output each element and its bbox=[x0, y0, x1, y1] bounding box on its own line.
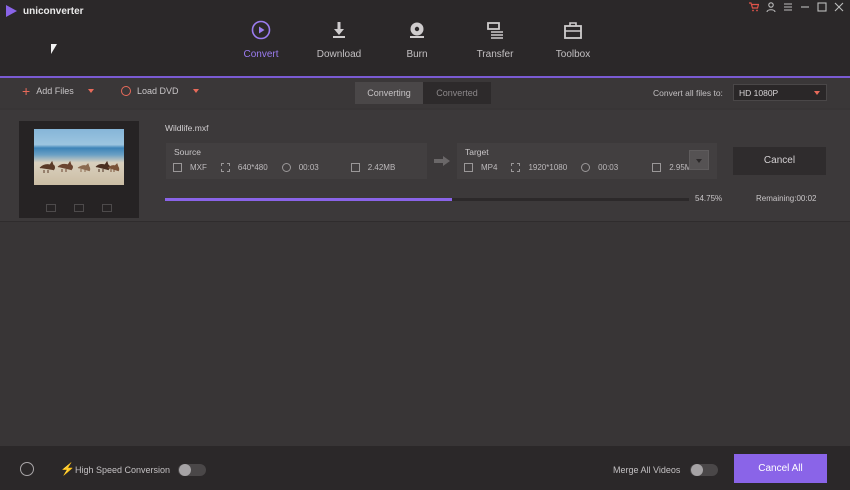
source-size: 2.42MB bbox=[367, 163, 396, 172]
main-nav: Convert Download Burn Transfer Toolbox bbox=[222, 0, 612, 78]
source-duration: 00:03 bbox=[298, 163, 319, 172]
tab-converted[interactable]: Converted bbox=[423, 82, 491, 104]
target-format: MP4 bbox=[481, 163, 498, 172]
convert-icon bbox=[251, 20, 271, 40]
progress-fill bbox=[165, 198, 452, 201]
target-duration: 00:03 bbox=[598, 163, 619, 172]
video-thumbnail[interactable] bbox=[19, 121, 139, 218]
nav-label: Convert bbox=[243, 49, 279, 60]
resolution-icon bbox=[511, 163, 521, 172]
output-format-value: HD 1080P bbox=[739, 88, 779, 98]
toggle-knob bbox=[179, 464, 191, 476]
cancel-button[interactable]: Cancel bbox=[733, 147, 826, 175]
file-name: Wildlife.mxf bbox=[165, 123, 209, 133]
arrow-right-icon bbox=[434, 156, 450, 166]
merge-label: Merge All Videos bbox=[613, 465, 681, 475]
folder-icon bbox=[652, 163, 662, 172]
high-speed-label: High Speed Conversion bbox=[75, 465, 171, 475]
logo-icon bbox=[6, 5, 17, 17]
lightning-icon: ⚡ bbox=[60, 462, 75, 476]
chevron-down-icon[interactable] bbox=[87, 89, 94, 93]
download-icon bbox=[329, 20, 349, 40]
alarm-clock-icon[interactable] bbox=[20, 462, 34, 476]
crop-icon[interactable] bbox=[74, 204, 84, 212]
nav-label: Burn bbox=[406, 49, 428, 60]
dvd-icon bbox=[121, 86, 131, 96]
tab-converting[interactable]: Converting bbox=[355, 82, 423, 104]
target-meta: MP4 1920*1080 00:03 2.95MB bbox=[464, 163, 711, 172]
toolbar: + Add Files Load DVD Converting Converte… bbox=[0, 78, 850, 108]
title-nav-bar: uniconverter Convert Download Burn Trans… bbox=[0, 0, 850, 78]
progress-percent: 54.75% bbox=[695, 194, 723, 203]
effects-icon[interactable] bbox=[102, 204, 112, 212]
bottom-bar: ⚡ High Speed Conversion Merge All Videos… bbox=[0, 446, 850, 490]
clock-icon bbox=[281, 163, 291, 172]
add-files-label: Add Files bbox=[36, 86, 74, 96]
burn-icon bbox=[407, 20, 427, 40]
target-format-dropdown[interactable] bbox=[689, 150, 709, 170]
target-title: Target bbox=[465, 147, 489, 157]
toggle-knob bbox=[691, 464, 703, 476]
source-meta: MXF 640*480 00:03 2.42MB bbox=[173, 163, 409, 172]
target-panel: Target MP4 1920*1080 00:03 2.95MB bbox=[457, 143, 717, 179]
nav-label: Download bbox=[316, 49, 362, 60]
nav-convert[interactable]: Convert bbox=[222, 0, 300, 78]
nav-download[interactable]: Download bbox=[300, 0, 378, 78]
source-resolution: 640*480 bbox=[237, 163, 268, 172]
trim-icon[interactable] bbox=[46, 204, 56, 212]
folder-icon bbox=[350, 163, 360, 172]
cart-icon[interactable] bbox=[749, 2, 760, 12]
user-icon[interactable] bbox=[766, 2, 776, 13]
source-panel: Source MXF 640*480 00:03 2.42MB bbox=[166, 143, 427, 179]
load-dvd-button[interactable]: Load DVD bbox=[121, 86, 199, 96]
nav-label: Toolbox bbox=[555, 49, 591, 60]
film-icon bbox=[464, 163, 473, 172]
chevron-down-icon[interactable] bbox=[192, 89, 199, 93]
menu-icon[interactable] bbox=[783, 2, 793, 12]
source-title: Source bbox=[174, 147, 201, 157]
mouse-cursor-icon bbox=[51, 44, 57, 54]
nav-transfer[interactable]: Transfer bbox=[456, 0, 534, 78]
source-format: MXF bbox=[190, 163, 207, 172]
conversion-task: Wildlife.mxf Source MXF 640*480 00:03 2.… bbox=[0, 110, 850, 222]
status-tabs: Converting Converted bbox=[355, 82, 491, 104]
thumbnail-tools bbox=[19, 198, 139, 218]
resolution-icon bbox=[220, 163, 230, 172]
video-preview bbox=[34, 129, 124, 185]
output-format-select[interactable]: HD 1080P bbox=[733, 84, 827, 101]
minimize-icon[interactable] bbox=[800, 2, 810, 12]
nav-label: Transfer bbox=[476, 49, 514, 60]
high-speed-toggle[interactable] bbox=[178, 464, 206, 476]
film-icon bbox=[173, 163, 182, 172]
merge-toggle[interactable] bbox=[690, 464, 718, 476]
plus-icon: + bbox=[22, 83, 31, 99]
target-resolution: 1920*1080 bbox=[528, 163, 568, 172]
remaining-time: Remaining:00:02 bbox=[756, 194, 817, 203]
convert-all-label: Convert all files to: bbox=[653, 88, 723, 98]
clock-icon bbox=[581, 163, 591, 172]
add-files-button[interactable]: + Add Files bbox=[22, 83, 94, 99]
app-title: uniconverter bbox=[23, 5, 84, 17]
load-dvd-label: Load DVD bbox=[137, 86, 179, 96]
transfer-icon bbox=[485, 20, 505, 40]
window-controls bbox=[749, 2, 844, 13]
chevron-down-icon bbox=[696, 159, 702, 163]
cancel-all-button[interactable]: Cancel All bbox=[734, 454, 827, 483]
chevron-down-icon bbox=[814, 91, 820, 95]
progress-bar bbox=[165, 198, 689, 201]
horses-image bbox=[39, 160, 120, 173]
toolbox-icon bbox=[563, 20, 583, 40]
app-logo: uniconverter bbox=[6, 5, 84, 17]
maximize-icon[interactable] bbox=[817, 2, 827, 12]
nav-toolbox[interactable]: Toolbox bbox=[534, 0, 612, 78]
close-icon[interactable] bbox=[834, 2, 844, 12]
nav-burn[interactable]: Burn bbox=[378, 0, 456, 78]
